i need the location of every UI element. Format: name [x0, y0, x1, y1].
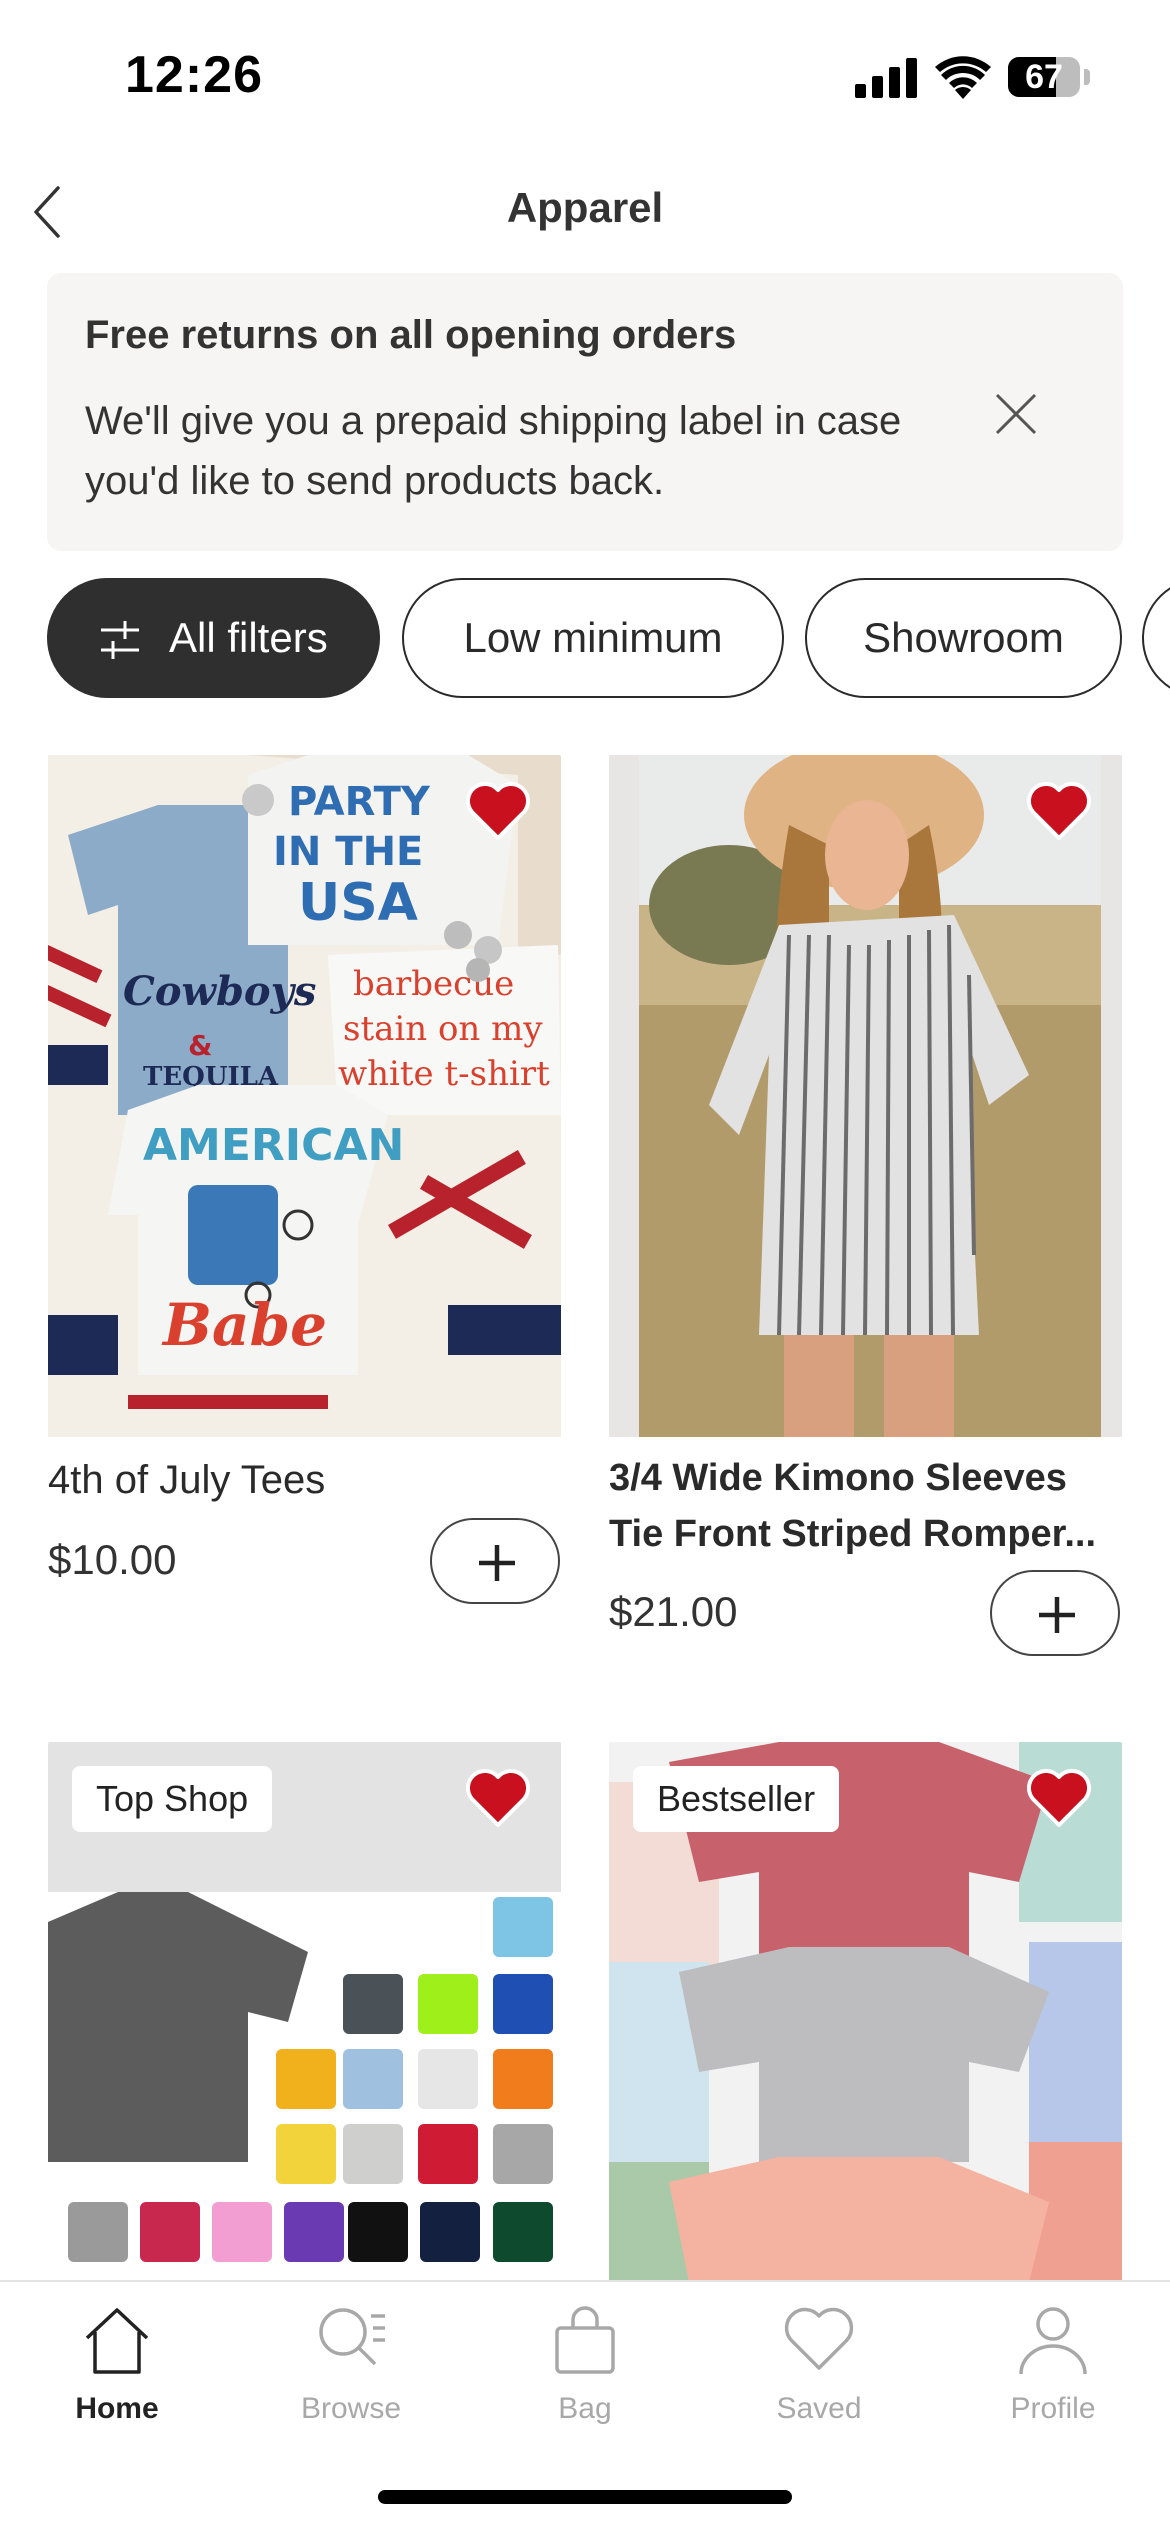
tees-flatlay-image: Cowboys & TEQUILA PARTY IN THE USA barbe… [48, 755, 561, 1437]
art-text: white t-shirt [338, 1054, 550, 1094]
tab-home-label: Home [75, 2392, 159, 2425]
product-name-line-2[interactable]: Tie Front Striped Romper... [609, 1506, 1122, 1562]
battery-icon: 67 [1008, 57, 1092, 97]
tab-profile-label: Profile [1010, 2392, 1096, 2425]
more-filter-chip[interactable] [1142, 578, 1170, 698]
status-time: 12:26 [125, 46, 263, 104]
plus-icon [1039, 1597, 1075, 1633]
browse-search-icon [319, 2308, 385, 2366]
free-returns-banner: Free returns on all opening orders We'll… [47, 273, 1123, 551]
product-price: $10.00 [48, 1536, 177, 1583]
product-image[interactable] [609, 755, 1122, 1437]
plus-icon [479, 1545, 515, 1581]
page-title: Apparel [506, 184, 664, 231]
art-text: barbecue [353, 964, 514, 1004]
filter-chips: All filters Low minimum Showroom [0, 578, 1170, 702]
add-to-bag-button[interactable] [430, 1518, 560, 1604]
striped-romper-photo [609, 755, 1122, 1437]
banner-title: Free returns on all opening orders [85, 313, 737, 357]
low-minimum-chip[interactable]: Low minimum [402, 578, 784, 698]
art-text: Babe [161, 1291, 327, 1359]
tab-saved-label: Saved [776, 2392, 862, 2425]
art-text: IN THE [273, 829, 423, 875]
shopping-bag-icon [555, 2306, 615, 2374]
heart-icon[interactable] [464, 780, 532, 842]
add-to-bag-button[interactable] [990, 1570, 1120, 1656]
showroom-label: Showroom [863, 614, 1064, 661]
banner-body: We'll give you a prepaid shipping label … [85, 399, 902, 503]
tab-browse[interactable]: Browse [234, 2302, 468, 2452]
status-bar: 12:26 67 [0, 0, 1170, 150]
heart-outline-icon [784, 2307, 854, 2370]
tab-bag-label: Bag [558, 2392, 612, 2425]
battery-percent: 67 [1025, 58, 1063, 96]
art-text: USA [298, 873, 418, 933]
product-name[interactable]: 4th of July Tees [48, 1452, 561, 1508]
all-filters-chip[interactable]: All filters [47, 578, 380, 698]
art-text: PARTY [288, 779, 431, 825]
wifi-icon [935, 56, 991, 99]
product-name-line-1[interactable]: 3/4 Wide Kimono Sleeves [609, 1450, 1122, 1506]
art-text: AMERICAN [143, 1120, 404, 1171]
close-icon[interactable] [991, 389, 1041, 439]
tab-bag[interactable]: Bag [468, 2302, 702, 2452]
art-text: Cowboys [123, 968, 316, 1015]
heart-icon[interactable] [1025, 1767, 1093, 1829]
low-minimum-label: Low minimum [463, 614, 723, 661]
product-price: $21.00 [609, 1588, 738, 1635]
art-text: stain on my [343, 1009, 543, 1049]
showroom-chip[interactable]: Showroom [805, 578, 1122, 698]
bestseller-badge: Bestseller [633, 1766, 840, 1832]
art-text: & [188, 1029, 212, 1062]
tab-browse-label: Browse [300, 2392, 402, 2425]
product-image[interactable]: Cowboys & TEQUILA PARTY IN THE USA barbe… [48, 755, 561, 1437]
home-indicator [378, 2490, 792, 2504]
heart-icon[interactable] [464, 1767, 532, 1829]
filter-sliders-icon [101, 621, 139, 659]
cellular-signal-icon [855, 58, 917, 98]
all-filters-label: All filters [169, 614, 328, 661]
home-icon [85, 2308, 149, 2374]
top-shop-badge: Top Shop [72, 1766, 273, 1832]
profile-icon [1019, 2307, 1087, 2375]
tab-profile[interactable]: Profile [936, 2302, 1170, 2452]
tab-home[interactable]: Home [0, 2302, 234, 2452]
heart-icon[interactable] [1025, 780, 1093, 842]
tab-saved[interactable]: Saved [702, 2302, 936, 2452]
